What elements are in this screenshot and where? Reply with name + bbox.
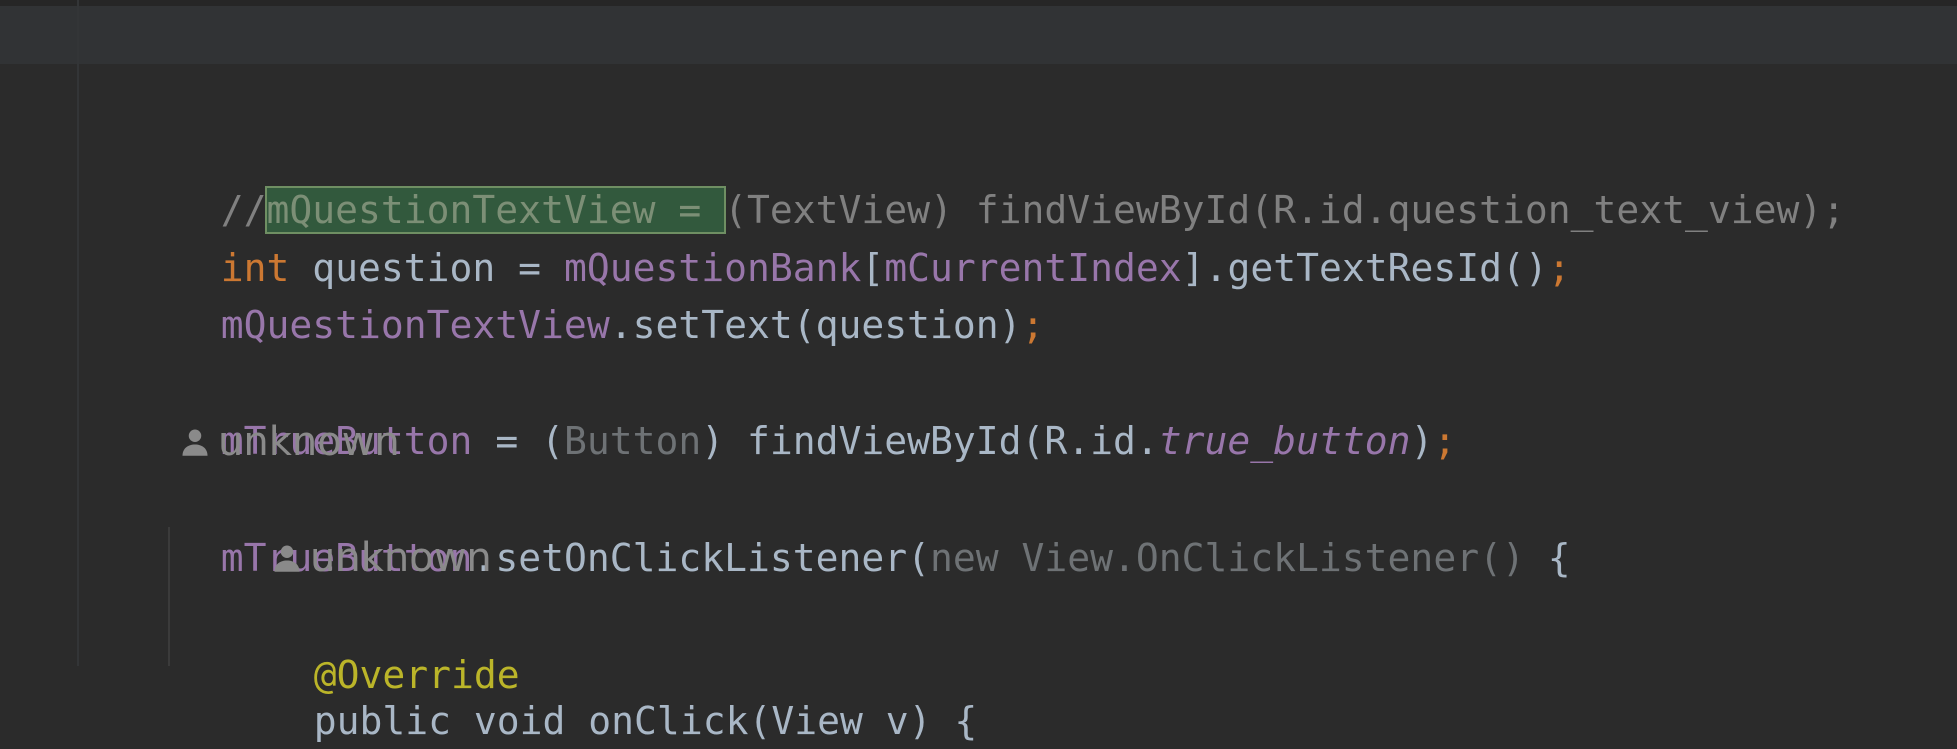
author-inlay[interactable]: unknown bbox=[180, 414, 400, 470]
semicolon: ; bbox=[1021, 303, 1045, 347]
code-text: ) bbox=[1410, 419, 1434, 463]
code-text: .setOnClickListener( bbox=[472, 536, 930, 580]
code-line-true-button[interactable]: mTrueButton = (Button) findViewById(R.id… bbox=[175, 357, 1456, 463]
code-line-set-listener[interactable]: mTrueButton.setOnClickListener(new View.… bbox=[175, 474, 1571, 580]
field-question-text-view: mQuestionTextView bbox=[220, 303, 610, 347]
semicolon: ; bbox=[1433, 419, 1457, 463]
current-line-highlight bbox=[0, 6, 1957, 64]
code-text: ) findViewById(R.id. bbox=[701, 419, 1159, 463]
author-inlay[interactable]: unknown bbox=[272, 530, 492, 586]
author-name: unknown bbox=[310, 535, 492, 581]
code-line-comment[interactable]: //mQuestionTextView = (TextView) findVie… bbox=[175, 126, 1845, 234]
anonymous-class: new View.OnClickListener() bbox=[930, 536, 1525, 580]
cast-type: Button bbox=[563, 419, 702, 463]
author-name: unknown bbox=[218, 419, 400, 465]
code-text: ].getTextResId() bbox=[1181, 246, 1548, 290]
code-line-settext[interactable]: mQuestionTextView.setText(question); bbox=[175, 241, 1045, 347]
code-text: { bbox=[1524, 536, 1571, 580]
person-icon bbox=[272, 543, 302, 573]
person-icon bbox=[180, 427, 210, 457]
resource-id: true_button bbox=[1158, 419, 1411, 463]
gutter-divider bbox=[77, 0, 79, 666]
code-line-onclick[interactable]: public void onClick(View v) { bbox=[268, 637, 977, 743]
code-line-question[interactable]: int question = mQuestionBank[mCurrentInd… bbox=[175, 184, 1571, 290]
code-text: .setText(question) bbox=[609, 303, 1022, 347]
semicolon: ; bbox=[1547, 246, 1571, 290]
code-text: public void onClick(View v) { bbox=[313, 699, 978, 743]
indent-guide bbox=[168, 527, 170, 666]
code-text: = ( bbox=[472, 419, 564, 463]
